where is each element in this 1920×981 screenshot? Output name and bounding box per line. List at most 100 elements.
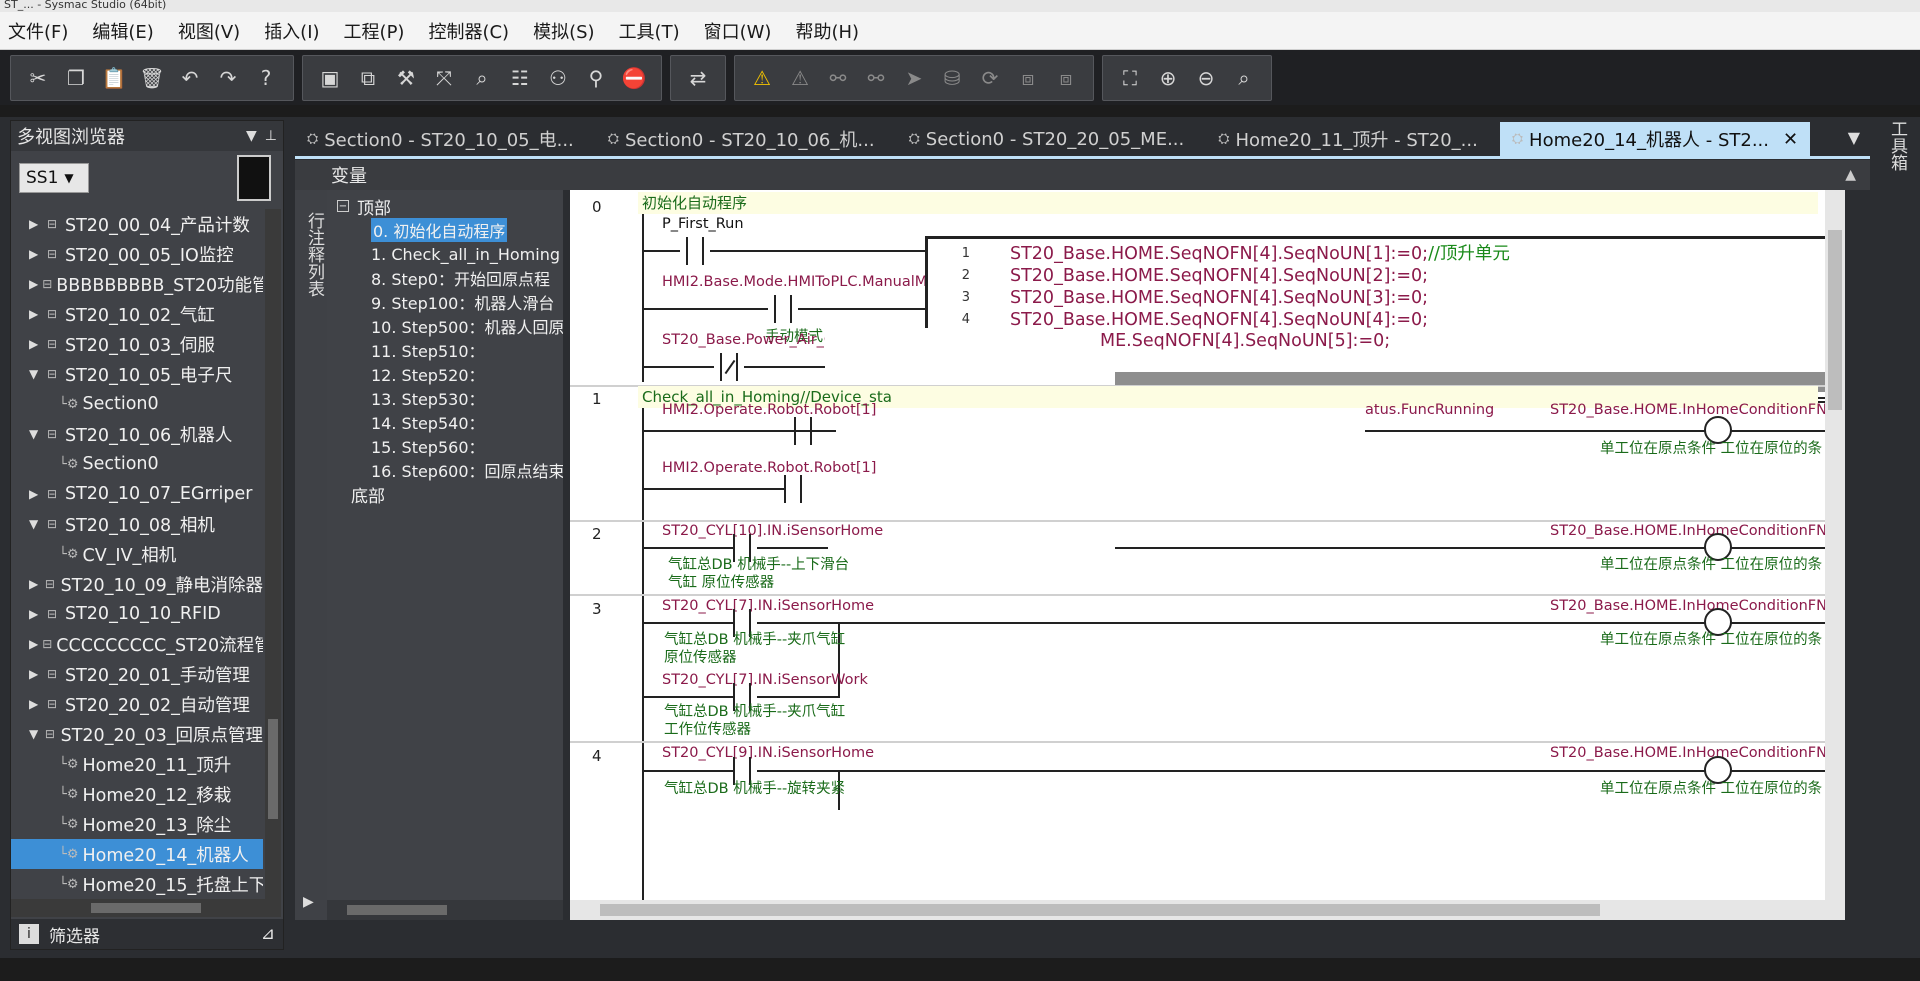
tree-item-section[interactable]: └⚙ Home20_14_机器人 bbox=[11, 839, 263, 869]
scroll-thumb[interactable] bbox=[91, 903, 201, 913]
tree-item-group[interactable]: ▶ ⊟ ST20_10_03_伺服 bbox=[11, 329, 263, 359]
st-code[interactable]: ST20_Base.HOME.SeqNOFN[4].SeqNoUN[1]:=0;… bbox=[1010, 243, 1510, 331]
nc-contact[interactable] bbox=[712, 353, 746, 381]
menu-tools[interactable]: 工具(T) bbox=[619, 18, 680, 44]
contact-variable[interactable]: HMI2.Base.Mode.HMIToPLC.ManualMode bbox=[662, 274, 954, 290]
pin-icon[interactable]: ⊿ bbox=[261, 924, 275, 944]
close-icon[interactable]: ✕ bbox=[1783, 129, 1798, 150]
3d-view-icon[interactable]: ▣ bbox=[311, 59, 349, 97]
tree-item-section[interactable]: └⚙ Section0 bbox=[11, 449, 263, 479]
fit-icon[interactable]: ⛶ bbox=[1111, 59, 1149, 97]
collapse-icon[interactable]: − bbox=[337, 200, 349, 212]
chevron-right-icon[interactable]: ▶ bbox=[29, 307, 43, 321]
rung-comment[interactable]: 初始化自动程序 bbox=[638, 192, 1818, 214]
rung-comment-list-tab[interactable]: 行注释列表 ▶ bbox=[295, 190, 327, 920]
filter-label[interactable]: 筛选器 bbox=[49, 922, 100, 947]
scroll-thumb[interactable] bbox=[347, 905, 447, 915]
chevron-down-icon[interactable]: ▼ bbox=[29, 427, 43, 441]
contact-variable[interactable]: ST20_CYL[7].IN.iSensorHome bbox=[662, 598, 874, 614]
tab-list-icon[interactable]: ▼ bbox=[1848, 128, 1860, 147]
menu-file[interactable]: 文件(F) bbox=[8, 18, 68, 44]
tree-item-group[interactable]: ▶ ⊟ ST20_10_10_RFID bbox=[11, 599, 263, 629]
chevron-right-icon[interactable]: ▶ bbox=[29, 217, 43, 231]
outline-item[interactable]: 14. Step540： bbox=[327, 410, 563, 434]
transfer-icon[interactable]: ➤ bbox=[895, 59, 933, 97]
no-contact[interactable] bbox=[678, 237, 712, 265]
watch-icon[interactable]: ⚯ bbox=[819, 59, 857, 97]
tree-item-group[interactable]: ▶ ⊟ ST20_00_05_IO监控 bbox=[11, 239, 263, 269]
tree-item-group[interactable]: ▶ ⊟ ST20_10_07_EGrriper bbox=[11, 479, 263, 509]
inline-st-editor[interactable]: 1 2 3 4 ST20_Base.HOME.SeqNOFN[4].SeqNoUN[1… bbox=[925, 236, 1845, 331]
document-tab[interactable]: ⛭ Section0 - ST20_20_05_ME... bbox=[897, 122, 1197, 156]
outline-item[interactable]: 15. Step560： bbox=[327, 434, 563, 458]
menu-window[interactable]: 窗口(W) bbox=[704, 18, 772, 44]
ladder-hscroll[interactable] bbox=[570, 900, 1845, 920]
tree-item-group[interactable]: ▶ ⊟ CCCCCCCCC_ST20流程管 bbox=[11, 629, 263, 659]
chevron-right-icon[interactable]: ▶ bbox=[29, 487, 43, 501]
outline-item[interactable]: 8. Step0：开始回原点程 bbox=[327, 266, 563, 290]
tree-item-group[interactable]: ▼ ⊟ ST20_10_06_机器人 bbox=[11, 419, 263, 449]
st-code-line[interactable]: ST20_Base.HOME.SeqNOFN[4].SeqNoUN[1]:=0;… bbox=[1010, 243, 1510, 265]
online-icon[interactable]: ⇄ bbox=[679, 59, 717, 97]
outline-item[interactable]: 9. Step100：机器人滑台 bbox=[327, 290, 563, 314]
cross-reference-icon[interactable]: ⌕ bbox=[463, 59, 501, 97]
outline-top[interactable]: − 顶部 bbox=[327, 194, 563, 219]
contact-variable[interactable]: atus.FuncRunning bbox=[1365, 402, 1494, 418]
build-hammer-icon[interactable]: ⚒ bbox=[387, 59, 425, 97]
contact-variable[interactable]: ST20_CYL[7].IN.iSensorWork bbox=[662, 672, 868, 688]
outline-item[interactable]: 13. Step530： bbox=[327, 386, 563, 410]
document-tab[interactable]: ⛭ Section0 - ST20_10_06_机... bbox=[596, 122, 887, 156]
chevron-right-icon[interactable]: ▶ bbox=[29, 277, 38, 291]
outline-bottom[interactable]: 底部 bbox=[327, 482, 563, 507]
chevron-right-icon[interactable]: ▶ bbox=[29, 697, 43, 711]
variables-bar[interactable]: 变量 ▲ bbox=[295, 160, 1870, 190]
menu-edit[interactable]: 编辑(E) bbox=[92, 18, 153, 44]
tree-item-group[interactable]: ▶ ⊟ BBBBBBBBB_ST20功能管 bbox=[11, 269, 263, 299]
no-contact[interactable] bbox=[786, 417, 820, 445]
tree-item-group[interactable]: ▶ ⊟ ST20_10_02_气缸 bbox=[11, 299, 263, 329]
table-search-icon[interactable]: ☷ bbox=[501, 59, 539, 97]
tree-item-group[interactable]: ▶ ⊟ ST20_20_01_手动管理 bbox=[11, 659, 263, 689]
pin-icon[interactable]: ⊥ bbox=[265, 128, 277, 144]
toolbox-tab[interactable]: 工具箱 bbox=[1882, 120, 1910, 190]
chevron-down-icon[interactable]: ▼ bbox=[29, 367, 43, 381]
st-code-line[interactable]: ST20_Base.HOME.SeqNOFN[4].SeqNoUN[3]:=0; bbox=[1010, 287, 1510, 309]
chevron-right-icon[interactable]: ▶ bbox=[29, 667, 43, 681]
zoom-in-icon[interactable]: ⊕ bbox=[1149, 59, 1187, 97]
tree-item-section[interactable]: └⚙ Home20_15_托盘上下 bbox=[11, 869, 263, 899]
scroll-thumb[interactable] bbox=[268, 719, 278, 819]
help-icon[interactable]: ? bbox=[247, 59, 285, 97]
stop-icon[interactable]: ⛔ bbox=[615, 59, 653, 97]
dropdown-icon[interactable]: ▼ bbox=[246, 128, 257, 144]
tree-item-section[interactable]: └⚙ CV_IV_相机 bbox=[11, 539, 263, 569]
watch-off-icon[interactable]: ⚯ bbox=[857, 59, 895, 97]
tree-item-section[interactable]: └⚙ Section0 bbox=[11, 389, 263, 419]
menu-controller[interactable]: 控制器(C) bbox=[428, 18, 509, 44]
sync-icon[interactable]: ⛁ bbox=[933, 59, 971, 97]
contact-variable[interactable]: ST20_CYL[9].IN.iSensorHome bbox=[662, 745, 874, 761]
binoculars-icon[interactable]: ⚲ bbox=[577, 59, 615, 97]
zoom-out-icon[interactable]: ⊖ bbox=[1187, 59, 1225, 97]
outline-item[interactable]: 12. Step520： bbox=[327, 362, 563, 386]
chevron-down-icon[interactable]: ▼ bbox=[29, 727, 41, 741]
tree-item-group[interactable]: ▶ ⊟ ST20_20_02_自动管理 bbox=[11, 689, 263, 719]
device-select[interactable]: SS1 ▼ bbox=[19, 163, 89, 193]
menu-simulation[interactable]: 模拟(S) bbox=[533, 18, 594, 44]
tree-item-group[interactable]: ▶ ⊟ ST20_10_09_静电消除器 bbox=[11, 569, 263, 599]
menu-insert[interactable]: 插入(I) bbox=[264, 18, 319, 44]
tree-item-group[interactable]: ▼ ⊟ ST20_10_08_相机 bbox=[11, 509, 263, 539]
refresh-icon[interactable]: ⟳ bbox=[971, 59, 1009, 97]
network-icon[interactable]: ⚇ bbox=[539, 59, 577, 97]
outline-item[interactable]: 1. Check_all_in_Homing bbox=[327, 242, 563, 266]
contact-variable[interactable]: HMI2.Operate.Robot.Robot[1] bbox=[662, 460, 876, 476]
zoom-options-icon[interactable]: ⌕ bbox=[1225, 59, 1263, 97]
tree-item-group[interactable]: ▶ ⊟ ST20_00_04_产品计数 bbox=[11, 209, 263, 239]
document-tab[interactable]: ⛭ Section0 - ST20_10_05_电... bbox=[295, 122, 586, 156]
collapse-up-icon[interactable]: ▲ bbox=[1845, 167, 1856, 183]
outline-item[interactable]: 16. Step600：回原点结束 bbox=[327, 458, 563, 482]
chevron-right-icon[interactable]: ▶ bbox=[29, 577, 41, 591]
ladder-editor[interactable]: 0 初始化自动程序 P_First_Run HMI2.Base.Mode.HMI… bbox=[570, 190, 1845, 900]
chevron-right-icon[interactable]: ▶ bbox=[29, 247, 43, 261]
document-tab[interactable]: ⛭ Home20_11_顶升 - ST20_... bbox=[1206, 122, 1490, 156]
warning-off-icon[interactable]: ⚠ bbox=[781, 59, 819, 97]
